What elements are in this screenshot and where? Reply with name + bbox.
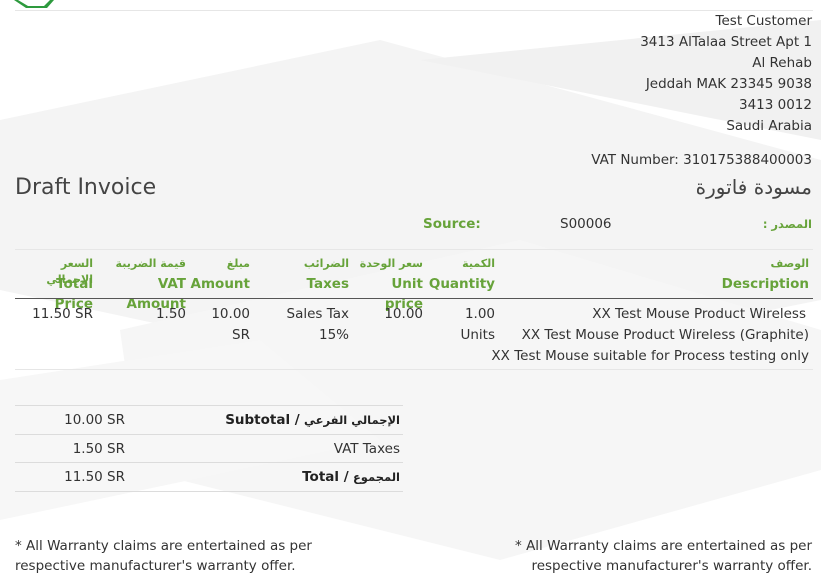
cell-amount: 10.00 SR	[211, 306, 250, 343]
column-header-ar: الوصف	[770, 257, 809, 270]
column-header-en: Taxes	[306, 276, 349, 292]
column-header-ar: قيمة الضريبة	[115, 257, 186, 270]
warranty-note-left: * All Warranty claims are entertained as…	[15, 538, 312, 574]
total-label-en: Total /	[302, 469, 349, 485]
customer-district: Al Rehab	[752, 55, 812, 71]
totals-bottom-divider	[15, 491, 403, 492]
customer-vat-number: VAT Number: 310175388400003	[591, 152, 812, 168]
warranty-note-right: * All Warranty claims are entertained as…	[515, 538, 812, 574]
column-header-quantity: الكمية Quantity	[428, 256, 495, 294]
description-line: XX Test Mouse Product Wireless	[592, 306, 806, 322]
total-value: 11.50 SR	[64, 469, 125, 485]
column-header-en: Amount	[190, 276, 250, 292]
column-header-ar: الكمية	[462, 257, 495, 270]
description-line: XX Test Mouse Product Wireless (Graphite…	[521, 327, 809, 343]
column-header-ar: مبلغ	[226, 257, 250, 270]
subtotal-label-en: Subtotal /	[225, 412, 300, 428]
total-label-ar: المجموع	[352, 470, 400, 484]
column-header-ar: السعر الاجمالي	[46, 257, 93, 286]
subtotal-label-ar: الإجمالي الفرعي	[304, 413, 400, 427]
column-header-en: Quantity	[428, 276, 495, 292]
cell-description: XX Test Mouse Product Wireless XX Test M…	[491, 304, 809, 367]
column-header-taxes: الضرائب Taxes	[255, 256, 349, 294]
invoice-title-ar: مسودة فاتورة	[695, 175, 812, 199]
source-label: Source:	[423, 216, 481, 232]
customer-country: Saudi Arabia	[726, 118, 812, 134]
customer-name: Test Customer	[715, 13, 812, 29]
table-bottom-divider	[15, 369, 813, 370]
column-header-description: الوصف Description	[609, 256, 809, 294]
company-logo	[14, 0, 54, 8]
customer-building: 3413 0012	[738, 97, 812, 113]
cell-vat-amount: 1.50	[155, 306, 186, 322]
vat-taxes-label: VAT Taxes	[333, 441, 400, 457]
cell-total-price: 11.50 SR	[32, 306, 93, 322]
cell-unit-price: 10.00	[384, 306, 423, 322]
invoice-page: Test Customer 3413 AlTalaa Street Apt 1 …	[0, 0, 821, 578]
source-label-ar: المصدر :	[762, 217, 812, 231]
customer-city-line: Jeddah MAK 23345 9038	[645, 76, 812, 92]
table-top-divider	[15, 249, 813, 250]
invoice-title-en: Draft Invoice	[15, 175, 157, 200]
column-header-ar: سعر الوحدة	[359, 257, 423, 270]
description-line: XX Test Mouse suitable for Process testi…	[491, 348, 809, 364]
cell-taxes: Sales Tax 15%	[286, 306, 350, 343]
cell-quantity: 1.00 Units	[460, 306, 495, 343]
table-header-divider	[15, 298, 813, 299]
column-header-amount: مبلغ Amount	[190, 256, 250, 294]
total-label: Total / المجموع	[302, 469, 400, 485]
total-row: 11.50 SR Total / المجموع	[15, 462, 403, 491]
customer-address: Test Customer 3413 AlTalaa Street Apt 1 …	[640, 11, 812, 137]
subtotal-label: Subtotal / الإجمالي الفرعي	[225, 412, 400, 428]
customer-street: 3413 AlTalaa Street Apt 1	[640, 34, 812, 50]
vat-taxes-row: 1.50 SR VAT Taxes	[15, 434, 403, 463]
subtotal-row: 10.00 SR Subtotal / الإجمالي الفرعي	[15, 405, 403, 434]
subtotal-value: 10.00 SR	[64, 412, 125, 428]
vat-taxes-value: 1.50 SR	[72, 441, 125, 457]
column-header-ar: الضرائب	[303, 257, 349, 270]
source-value: S00006	[560, 216, 612, 232]
column-header-en: Description	[721, 276, 809, 292]
